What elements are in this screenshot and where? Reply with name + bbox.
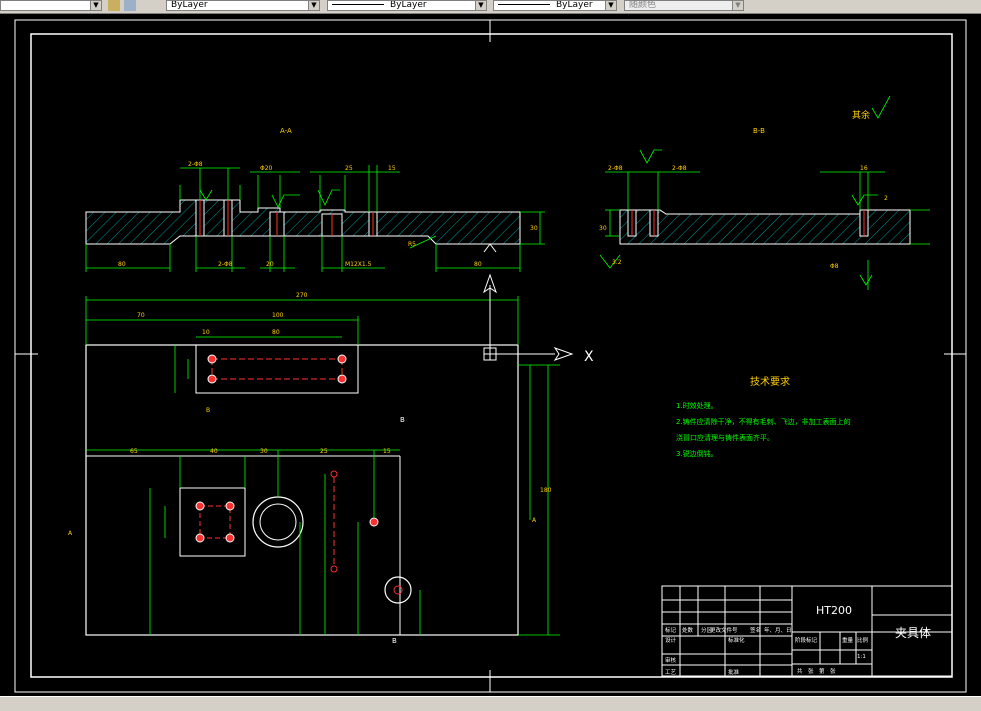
dim-10: 10 [202,329,210,336]
properties-toolbar: ▼ ByLayer ▼ ByLayer ▼ ByLayer ▼ 随颜色 ▼ [0,0,981,14]
dim-holes-top: 2-Φ8 [188,161,203,168]
label-a-left: A [68,530,73,537]
dim-80-inner: 80 [272,329,280,336]
plotstyle-combo[interactable]: 随颜色 ▼ [624,0,744,11]
chevron-down-icon: ▼ [308,1,319,10]
dim-bb-1: 2-Φ8 [608,165,623,172]
tb-review: 审核 [665,656,677,664]
dim-80-right: 80 [474,261,482,268]
tech-line-1: 1.时效处理。 [676,401,718,410]
dim-180: 180 [540,487,552,494]
drawing-viewport[interactable]: A-A 80 80 2-Φ8 20 M12X1.5 30 2-Φ8 Φ20 25… [0,14,981,696]
label-a-right: A [532,517,537,524]
lineweight-combo-value: ByLayer [556,0,593,10]
tb-design: 设计 [665,636,677,644]
ucs-x-label: X [584,349,594,365]
chevron-down-icon: ▼ [475,1,486,10]
status-bar [0,696,981,711]
label-b-top: B [206,407,210,414]
dim-mid-top: Φ20 [260,165,273,172]
dim-bb-5: Φ8 [830,263,839,270]
tech-line-4: 3.锐边倒钝。 [676,449,718,458]
tech-title: 技术要求 [750,375,790,388]
section-aa-body [85,199,521,245]
color-layer-combo[interactable]: ByLayer ▼ [166,0,320,11]
lineweight-combo[interactable]: ByLayer ▼ [493,0,617,11]
tb-process: 工艺 [665,669,677,676]
tech-line-3: 浇冒口应清理与铸件表面齐平。 [676,433,774,442]
tb-sheets: 共 张 第 张 [797,667,836,675]
cad-drawing: A-A 80 80 2-Φ8 20 M12X1.5 30 2-Φ8 Φ20 25… [14,19,967,693]
tb-stage: 阶段标记 [795,636,818,644]
linetype-combo[interactable]: ByLayer ▼ [327,0,487,11]
layer-manager-icon[interactable] [108,0,120,11]
dim-2xd: 2-Φ8 [218,261,233,268]
label-b-right: B [400,416,405,424]
dim-70: 70 [137,312,145,319]
dim-25-top: 25 [345,165,353,172]
tb-label-date: 年、月、日 [764,626,792,634]
dim-bb-3: 16 [860,165,868,172]
chevron-down-icon: ▼ [605,1,616,10]
dim-80-left: 80 [118,261,126,268]
vertical-scrollbar[interactable] [969,14,981,696]
roughness-rest-label: 其余 [852,109,870,121]
section-bb-label: B-B [753,127,765,135]
label-b-bottom: B [392,637,397,645]
dim-15-plan: 15 [383,448,391,455]
tb-label-count: 处数 [682,626,694,634]
dim-bb-2: 2-Φ8 [672,165,687,172]
tb-weight: 重量 [842,636,854,644]
tech-line-2: 2.铸件应清除干净，不得有毛刺、飞边，非加工表面上的 [676,417,851,426]
dim-270: 270 [296,292,308,299]
linetype-combo-value: ByLayer [390,0,427,10]
dim-bb-rough: 3.2 [612,259,622,266]
dim-30-plan: 30 [260,448,268,455]
inner-frame [30,33,953,678]
dim-65: 65 [130,448,138,455]
layer-state-combo[interactable]: ▼ [0,0,102,11]
tb-label-file: 更改文件号 [710,626,738,634]
section-aa-label: A-A [280,127,292,135]
dim-bb-6: 2 [884,195,888,202]
ucs-icon [483,273,574,361]
tb-material: HT200 [816,604,852,617]
tb-approve: 批准 [728,668,740,676]
tb-label-sign: 签名 [750,626,761,634]
layer-previous-icon[interactable] [124,0,136,11]
plotstyle-combo-value: 随颜色 [629,0,657,10]
tb-label-mark: 标记 [665,626,677,634]
dim-r: R5 [408,241,416,248]
layer-combo-value: ByLayer [171,0,208,10]
plan-view-outline [85,344,519,636]
dim-100: 100 [272,312,284,319]
plan-clamp-block [179,487,246,557]
dim-d20: 20 [266,261,274,268]
dim-25-plan: 25 [320,448,328,455]
dim-15-top: 15 [388,165,396,172]
chevron-down-icon: ▼ [732,1,743,10]
tb-ratio: 比例 [857,636,869,644]
tb-part-name: 夹具体 [895,626,931,640]
dim-bb-4: 30 [599,225,607,232]
dim-30: 30 [530,225,538,232]
tb-scale: 1:1 [857,654,866,660]
plan-top-plate [195,344,359,394]
dim-thread: M12X1.5 [345,261,372,268]
chevron-down-icon: ▼ [90,1,101,10]
tb-standard: 标准化 [728,636,745,644]
dim-40: 40 [210,448,218,455]
